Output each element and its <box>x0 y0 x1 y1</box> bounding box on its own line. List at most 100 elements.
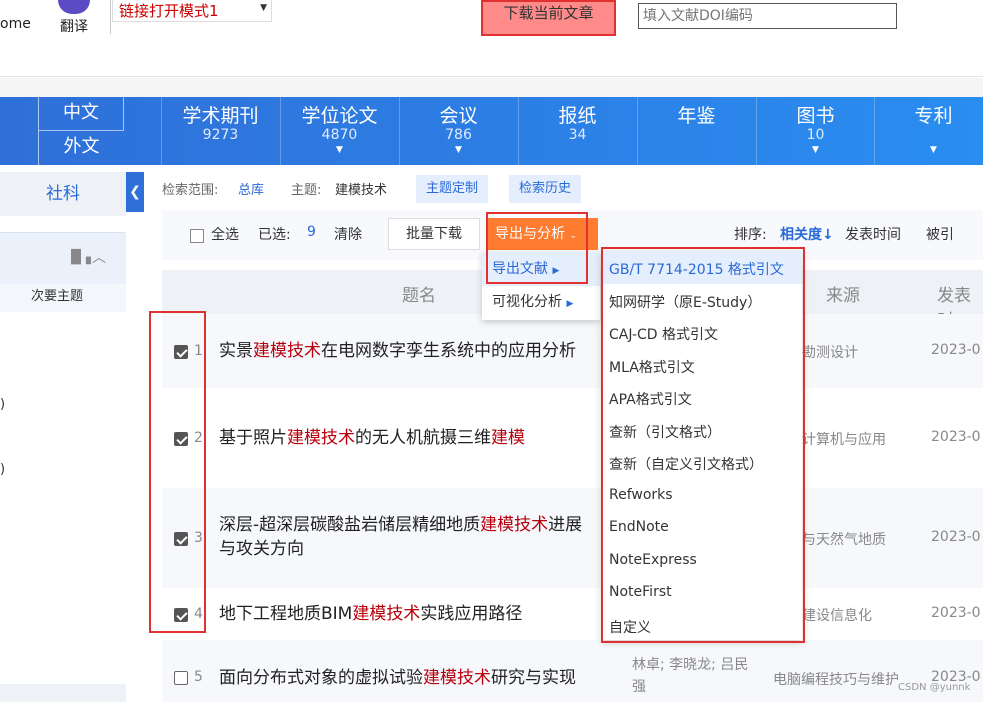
lang-tab-foreign[interactable]: 外文 <box>38 131 124 165</box>
chevron-down-icon: ▼ <box>812 145 819 155</box>
sort-date[interactable]: 发表时间 <box>845 224 901 244</box>
citation-apa[interactable]: APA格式引文 <box>609 389 692 409</box>
row-title[interactable]: 深层-超深层碳酸盐岩储层精细地质建模技术进展 与攻关方向 <box>219 513 582 561</box>
doi-input[interactable] <box>638 3 897 29</box>
title-text: 基于照片 <box>219 428 287 448</box>
citation-endnote[interactable]: EndNote <box>609 519 669 535</box>
translate-button[interactable]: 翻译 <box>60 16 88 36</box>
sort-relevance[interactable]: 相关度↓ <box>780 224 834 244</box>
citation-novelty-custom[interactable]: 查新（自定义引文格式） <box>609 454 763 474</box>
export-analysis-label: 导出与分析 <box>495 226 565 242</box>
row-number: 2 <box>194 430 203 446</box>
title-highlight: 建模 <box>491 428 525 448</box>
sidebar-secondary-topic[interactable]: 次要主题 <box>0 284 126 312</box>
db-tab-label: 专利 <box>914 105 953 127</box>
home-button[interactable]: ome <box>0 16 31 32</box>
menu-item-export-refs[interactable]: 导出文献 ▶ <box>482 252 600 286</box>
scope-topic-label: 主题: <box>291 183 322 198</box>
title-highlight: 建模技术 <box>423 668 491 688</box>
db-tab-yearbooks[interactable]: 年鉴 <box>637 97 755 165</box>
chevron-up-icon[interactable]: ︿ <box>92 247 106 267</box>
title-highlight: 建模技术 <box>253 341 321 361</box>
db-tab-label: 学术期刊 <box>182 105 259 127</box>
db-tab-count: 34 <box>568 127 587 143</box>
row-source[interactable]: 建设信息化 <box>802 605 872 625</box>
sidebar-tab-social-science[interactable]: 社科 <box>0 172 126 216</box>
db-tab-theses[interactable]: 学位论文 4870 ▼ <box>280 97 398 165</box>
db-tab-conferences[interactable]: 会议 786 ▼ <box>399 97 517 165</box>
title-text: 在电网数字孪生系统中的应用分析 <box>321 341 576 361</box>
citation-refworks[interactable]: Refworks <box>609 487 673 503</box>
title-text: 与攻关方向 <box>219 539 304 559</box>
search-history-button[interactable]: 检索历史 <box>509 175 582 203</box>
link-mode-select[interactable]: 链接打开模式1 ▼ <box>112 0 272 22</box>
toolbar-divider <box>110 0 111 34</box>
title-highlight: 建模技术 <box>287 428 355 448</box>
citation-gbt7714[interactable]: GB/T 7714-2015 格式引文 <box>609 259 784 279</box>
citation-estudy[interactable]: 知网研学（原E-Study） <box>609 292 761 312</box>
row-title[interactable]: 面向分布式对象的虚拟试验建模技术研究与实现 <box>219 666 576 690</box>
selected-label: 已选: <box>258 227 291 243</box>
lang-tab-chinese[interactable]: 中文 <box>38 97 124 131</box>
table-row: 3 深层-超深层碳酸盐岩储层精细地质建模技术进展 与攻关方向 与天然气地质 202… <box>162 488 983 588</box>
citation-custom[interactable]: 自定义 <box>609 617 651 637</box>
title-text: 面向分布式对象的虚拟试验 <box>219 668 423 688</box>
citation-noteexpress[interactable]: NoteExpress <box>609 552 697 568</box>
topic-custom-button[interactable]: 主题定制 <box>416 175 489 203</box>
scope-range-value[interactable]: 总库 <box>238 179 264 198</box>
chevron-down-icon: ⌄ <box>569 231 577 241</box>
row-date: 2023-0 <box>931 429 981 445</box>
db-tab-patents[interactable]: 专利 ▼ <box>874 97 983 165</box>
sort-cited[interactable]: 被引 <box>926 224 954 244</box>
scope-range-label: 检索范围: <box>162 183 219 198</box>
sidebar-panel-header <box>0 232 126 284</box>
row-source[interactable]: 电脑编程技巧与维护 <box>773 669 899 689</box>
title-highlight: 建模技术 <box>480 515 549 535</box>
batch-download-button[interactable]: 批量下载 <box>388 218 480 250</box>
db-tab-journals[interactable]: 学术期刊 9273 <box>161 97 279 165</box>
row-title[interactable]: 基于照片建模技术的无人机航摄三维建模 <box>219 426 525 450</box>
caret-right-icon: ▶ <box>566 299 574 309</box>
row-source[interactable]: 计算机与应用 <box>802 429 886 449</box>
menu-item-label: 导出文献 <box>492 261 548 277</box>
row-checkbox[interactable] <box>174 532 188 546</box>
row-source[interactable]: 与天然气地质 <box>802 529 886 549</box>
db-tab-label: 年鉴 <box>677 105 716 127</box>
db-tab-label: 报纸 <box>558 105 597 127</box>
clear-selection-link[interactable]: 清除 <box>334 224 362 244</box>
db-tab-books[interactable]: 图书 10 ▼ <box>756 97 874 165</box>
row-source[interactable]: 勘测设计 <box>802 342 858 362</box>
select-all-label[interactable]: 全选 <box>211 224 239 244</box>
row-number: 4 <box>194 606 203 622</box>
table-row: 1 实景建模技术在电网数字孪生系统中的应用分析 勘测设计 2023-0 <box>162 314 983 388</box>
row-checkbox[interactable] <box>174 345 188 359</box>
title-text: 进展 <box>548 515 583 535</box>
row-number: 1 <box>194 343 203 359</box>
row-title[interactable]: 实景建模技术在电网数字孪生系统中的应用分析 <box>219 339 576 363</box>
select-all-checkbox[interactable] <box>190 229 204 243</box>
db-tab-count: 4870 <box>321 127 358 143</box>
citation-notefirst[interactable]: NoteFirst <box>609 584 672 600</box>
download-current-article-button[interactable]: 下载当前文章 <box>481 0 616 36</box>
sort-label: 排序: <box>734 227 767 243</box>
row-authors[interactable]: 林卓; 李晓龙; 吕民强 <box>632 654 748 698</box>
title-highlight: 建模技术 <box>352 604 421 624</box>
citation-cajcd[interactable]: CAJ-CD 格式引文 <box>609 324 718 344</box>
export-analysis-button[interactable]: 导出与分析 ⌄ <box>486 218 598 250</box>
menu-item-visual-analysis[interactable]: 可视化分析 ▶ <box>482 286 600 320</box>
sort-relevance-label: 相关度 <box>780 227 822 243</box>
citation-novelty[interactable]: 查新（引文格式） <box>609 422 721 442</box>
search-scope-bar: 检索范围: 总库 主题: 建模技术 主题定制 检索历史 <box>162 175 983 203</box>
row-date: 2023-0 <box>931 605 981 621</box>
sidebar-footer <box>0 684 126 702</box>
citation-mla[interactable]: MLA格式引文 <box>609 357 695 377</box>
row-checkbox[interactable] <box>174 432 188 446</box>
db-tab-newspapers[interactable]: 报纸 34 <box>518 97 636 165</box>
title-text: 地下工程地质BIM <box>219 604 353 624</box>
row-checkbox[interactable] <box>174 608 188 622</box>
row-checkbox[interactable] <box>174 671 188 685</box>
row-title[interactable]: 地下工程地质BIM建模技术实践应用路径 <box>219 602 522 626</box>
dropdown-arrow-icon: ▼ <box>260 3 267 13</box>
header-title: 题名 <box>402 286 436 306</box>
collapse-sidebar-button[interactable]: ❮ <box>126 172 144 212</box>
